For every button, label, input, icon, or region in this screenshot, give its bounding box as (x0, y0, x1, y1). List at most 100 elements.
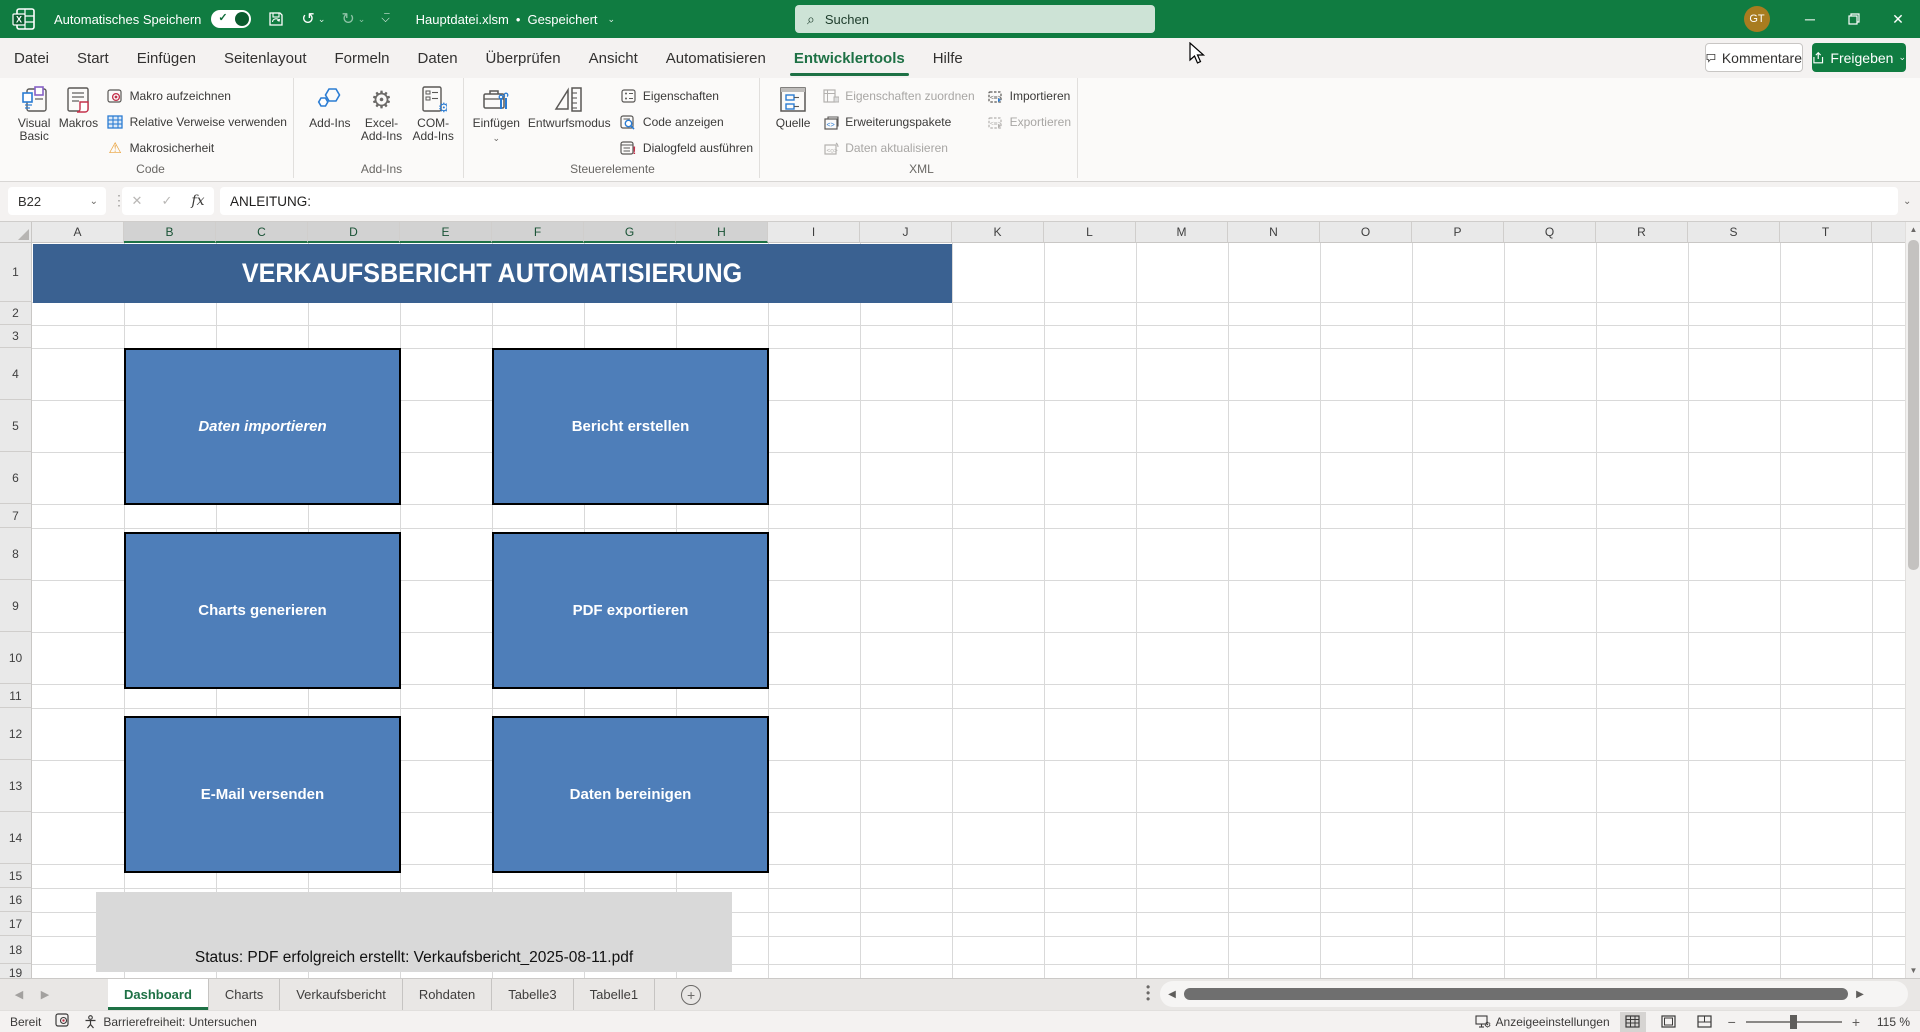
column-header-B[interactable]: B (124, 222, 216, 243)
select-all-corner[interactable] (0, 222, 32, 243)
com-addins-button[interactable]: ⚙ COM-Add-Ins (409, 83, 457, 143)
column-header-N[interactable]: N (1228, 222, 1320, 243)
row-header-18[interactable]: 18 (0, 936, 32, 964)
column-header-D[interactable]: D (308, 222, 400, 243)
menu-einfuegen[interactable]: Einfügen (123, 38, 210, 78)
share-button[interactable]: Freigeben ⌄ (1812, 43, 1906, 72)
scroll-down-icon[interactable]: ▼ (1906, 966, 1920, 975)
minimize-button[interactable]: ─ (1788, 0, 1832, 38)
macro-record-icon[interactable] (55, 1013, 70, 1030)
column-header-J[interactable]: J (860, 222, 952, 243)
row-header-14[interactable]: 14 (0, 812, 32, 864)
column-header-F[interactable]: F (492, 222, 584, 243)
column-header-I[interactable]: I (768, 222, 860, 243)
row-header-11[interactable]: 11 (0, 684, 32, 708)
column-header-E[interactable]: E (400, 222, 492, 243)
button-pdf-exportieren[interactable]: PDF exportieren (492, 532, 769, 689)
row-header-15[interactable]: 15 (0, 864, 32, 888)
horizontal-scroll-thumb[interactable] (1184, 988, 1848, 1000)
horizontal-scrollbar[interactable]: ◀ ▶ (1160, 981, 1908, 1007)
sheet-tab-verkaufsbericht[interactable]: Verkaufsbericht (280, 979, 403, 1010)
file-status[interactable]: Gespeichert (527, 12, 597, 27)
save-icon[interactable] (267, 10, 285, 28)
sheet-tab-rohdaten[interactable]: Rohdaten (403, 979, 492, 1010)
row-header-8[interactable]: 8 (0, 528, 32, 580)
menu-seitenlayout[interactable]: Seitenlayout (210, 38, 321, 78)
row-header-3[interactable]: 3 (0, 325, 32, 348)
button-charts-generieren[interactable]: Charts generieren (124, 532, 401, 689)
button-daten-importieren[interactable]: Daten importieren (124, 348, 401, 505)
button-bericht-erstellen[interactable]: Bericht erstellen (492, 348, 769, 505)
formula-input[interactable]: ANLEITUNG: (220, 187, 1898, 215)
source-button[interactable]: Quelle (772, 83, 814, 130)
menu-formeln[interactable]: Formeln (321, 38, 404, 78)
zoom-in-button[interactable]: + (1852, 1014, 1860, 1030)
sheet-tab-tabelle3[interactable]: Tabelle3 (492, 979, 573, 1010)
avatar[interactable]: GT (1744, 6, 1770, 32)
column-header-S[interactable]: S (1688, 222, 1780, 243)
tab-splitter-handle[interactable]: ••• (1146, 984, 1150, 1002)
row-header-4[interactable]: 4 (0, 348, 32, 400)
column-header-R[interactable]: R (1596, 222, 1688, 243)
column-header-H[interactable]: H (676, 222, 768, 243)
close-button[interactable]: ✕ (1876, 0, 1920, 38)
search-input[interactable]: ⌕ Suchen (795, 5, 1155, 33)
menu-daten[interactable]: Daten (404, 38, 472, 78)
menu-automatisieren[interactable]: Automatisieren (652, 38, 780, 78)
row-header-16[interactable]: 16 (0, 888, 32, 912)
visual-basic-button[interactable]: Visual Basic (14, 83, 54, 143)
row-header-19[interactable]: 19 (0, 964, 32, 978)
insert-function-icon[interactable]: fx (191, 193, 204, 209)
row-header-6[interactable]: 6 (0, 452, 32, 504)
zoom-level[interactable]: 115 % (1870, 1015, 1910, 1029)
column-header-T[interactable]: T (1780, 222, 1872, 243)
qat-customize-icon[interactable]: ⌵̅ (381, 13, 389, 26)
sheet-tab-tabelle1[interactable]: Tabelle1 (574, 979, 655, 1010)
restore-button[interactable] (1832, 0, 1876, 38)
display-settings-button[interactable]: ⚙ Anzeigeeinstellungen (1475, 1015, 1610, 1029)
normal-view-button[interactable] (1620, 1012, 1646, 1032)
macro-security-button[interactable]: ⚠ Makrosicherheit (107, 135, 287, 161)
zoom-slider[interactable] (1746, 1021, 1842, 1023)
status-cell[interactable]: Status: PDF erfolgreich erstellt: Verkau… (96, 892, 732, 972)
column-header-P[interactable]: P (1412, 222, 1504, 243)
tab-scroll-right-icon[interactable]: ▶ (32, 979, 58, 1010)
row-header-9[interactable]: 9 (0, 580, 32, 632)
row-header-12[interactable]: 12 (0, 708, 32, 760)
expand-formula-bar-icon[interactable]: ⌄ (1903, 196, 1911, 207)
button-daten-bereinigen[interactable]: Daten bereinigen (492, 716, 769, 873)
column-header-O[interactable]: O (1320, 222, 1412, 243)
undo-icon[interactable]: ↺⌄ (301, 9, 325, 29)
scroll-right-icon[interactable]: ▶ (1848, 989, 1872, 1000)
menu-ansicht[interactable]: Ansicht (575, 38, 652, 78)
row-header-10[interactable]: 10 (0, 632, 32, 684)
scroll-left-icon[interactable]: ◀ (1160, 989, 1184, 1000)
chevron-down-icon[interactable]: ⌄ (608, 14, 616, 25)
vertical-scrollbar[interactable]: ▲ ▼ (1905, 222, 1920, 978)
properties-button[interactable]: Eigenschaften (620, 83, 753, 109)
menu-datei[interactable]: Datei (0, 38, 63, 78)
page-break-view-button[interactable] (1692, 1012, 1718, 1032)
menu-hilfe[interactable]: Hilfe (919, 38, 977, 78)
excel-app-icon[interactable]: X (12, 7, 36, 31)
insert-controls-button[interactable]: Einfügen ⌄ (472, 83, 521, 145)
sheet-tab-dashboard[interactable]: Dashboard (108, 979, 209, 1010)
excel-addins-button[interactable]: ⚙ Excel-Add-Ins (358, 83, 406, 143)
column-header-A[interactable]: A (32, 222, 124, 243)
design-mode-button[interactable]: Entwurfsmodus (525, 83, 614, 130)
column-header-G[interactable]: G (584, 222, 676, 243)
row-header-2[interactable]: 2 (0, 302, 32, 325)
addins-button[interactable]: Add-Ins (306, 83, 354, 130)
comments-button[interactable]: Kommentare (1705, 43, 1803, 72)
row-header-7[interactable]: 7 (0, 504, 32, 528)
menu-entwicklertools[interactable]: Entwicklertools (780, 38, 919, 78)
expansion-packs-button[interactable]: <> Erweiterungspakete (822, 109, 974, 135)
zoom-out-button[interactable]: − (1728, 1014, 1736, 1030)
column-header-M[interactable]: M (1136, 222, 1228, 243)
menu-start[interactable]: Start (63, 38, 123, 78)
new-sheet-button[interactable]: + (681, 985, 701, 1005)
import-button[interactable]: <≡> Importieren (987, 83, 1071, 109)
file-name[interactable]: Hauptdatei.xlsm (416, 12, 509, 27)
run-dialog-button[interactable]: ! Dialogfeld ausführen (620, 135, 753, 161)
row-header-17[interactable]: 17 (0, 912, 32, 936)
